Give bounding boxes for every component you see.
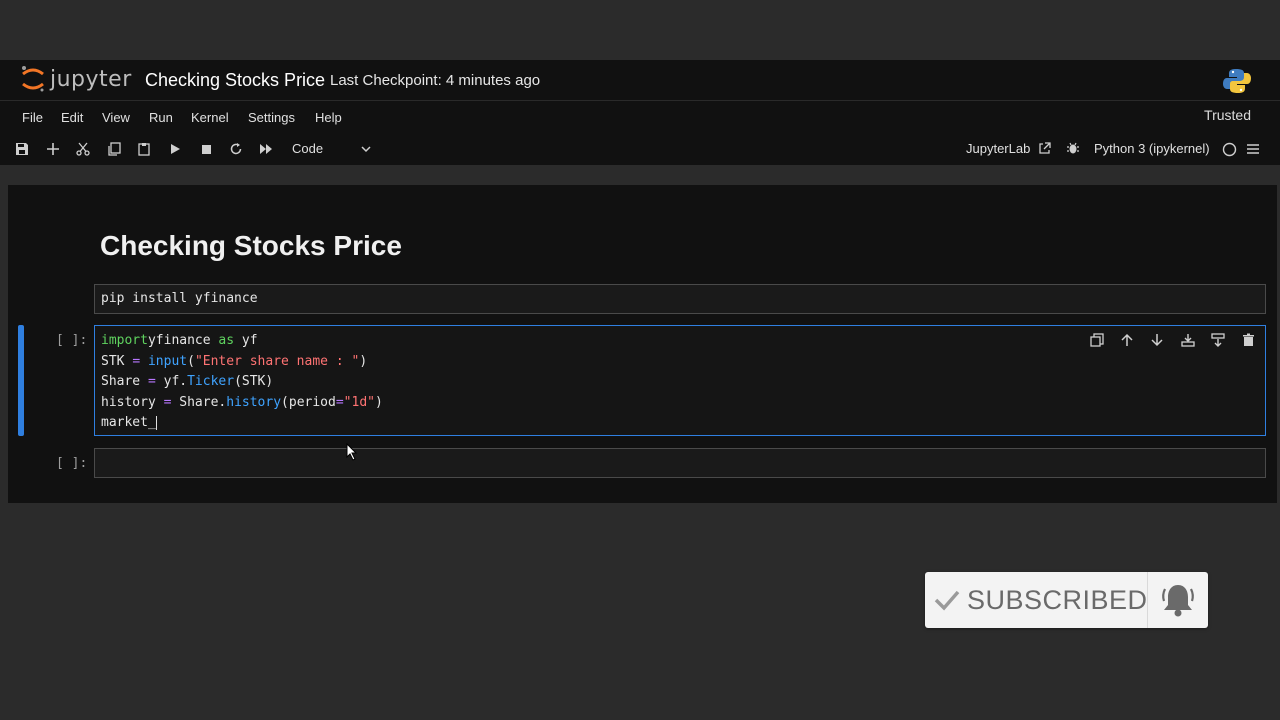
markdown-heading[interactable]: Checking Stocks Price (100, 230, 402, 262)
insert-below-icon[interactable] (1209, 331, 1227, 349)
duplicate-cell-icon[interactable] (1088, 331, 1106, 349)
copy-icon[interactable] (106, 141, 122, 157)
empty-code-cell[interactable] (94, 448, 1266, 478)
menu-hamburger-icon[interactable] (1245, 141, 1261, 157)
move-up-icon[interactable] (1118, 331, 1136, 349)
save-icon[interactable] (14, 141, 30, 157)
add-cell-icon[interactable] (45, 141, 61, 157)
checkmark-icon (934, 590, 960, 611)
menu-file[interactable]: File (22, 110, 43, 125)
fast-forward-icon[interactable] (258, 141, 274, 157)
trusted-indicator[interactable]: Trusted (1204, 107, 1251, 123)
cell-prompt: [ ]: (56, 456, 88, 471)
code-line[interactable]: Share = yf.Ticker(STK) (101, 374, 273, 389)
paste-icon[interactable] (136, 141, 152, 157)
cell-source[interactable]: pip install yfinance (101, 291, 258, 306)
cut-icon[interactable] (75, 141, 91, 157)
logo-text: jupyter (50, 66, 132, 92)
code-line[interactable]: market_ (101, 415, 157, 430)
code-cell[interactable]: pip install yfinance (94, 284, 1266, 314)
insert-above-icon[interactable] (1179, 331, 1197, 349)
menu-view[interactable]: View (102, 110, 130, 125)
checkpoint-status: Last Checkpoint: 4 minutes ago (330, 72, 541, 89)
cell-type-select[interactable]: Code (292, 141, 323, 156)
chevron-down-icon[interactable] (360, 142, 372, 160)
stop-icon[interactable] (198, 141, 214, 157)
notebook-toolbar (0, 133, 1280, 165)
open-jupyterlab-link[interactable]: JupyterLab (966, 141, 1030, 156)
mouse-cursor-icon (346, 442, 358, 466)
external-link-icon[interactable] (1036, 140, 1052, 156)
notebook-title[interactable]: Checking Stocks Price (145, 70, 325, 91)
jupyter-orbit-icon (22, 66, 44, 92)
code-line[interactable]: STK = input("Enter share name : ") (101, 354, 367, 369)
active-cell-indicator (18, 325, 24, 436)
python-logo-icon (1222, 67, 1252, 100)
delete-cell-icon[interactable] (1239, 331, 1257, 349)
menu-edit[interactable]: Edit (61, 110, 83, 125)
debugger-bug-icon[interactable] (1065, 140, 1081, 156)
run-icon[interactable] (167, 141, 183, 157)
jupyter-logo[interactable]: jupyter (20, 64, 132, 94)
kernel-name[interactable]: Python 3 (ipykernel) (1094, 141, 1210, 156)
code-line[interactable]: history = Share.history(period="1d") (101, 395, 383, 410)
menu-help[interactable]: Help (315, 110, 342, 125)
menu-settings[interactable]: Settings (248, 110, 295, 125)
cell-prompt: [ ]: (56, 333, 88, 348)
subscribed-button[interactable]: SUBSCRIBED (925, 572, 1208, 628)
menu-kernel[interactable]: Kernel (191, 110, 229, 125)
code-line[interactable]: importyfinance as yf (101, 333, 258, 348)
restart-icon[interactable] (228, 141, 244, 157)
subscribed-label: SUBSCRIBED (967, 584, 1148, 615)
menu-run[interactable]: Run (149, 110, 173, 125)
notification-bell-icon[interactable] (1147, 572, 1208, 628)
text-cursor (155, 415, 157, 430)
kernel-status-idle-icon (1221, 141, 1237, 157)
move-down-icon[interactable] (1148, 331, 1166, 349)
